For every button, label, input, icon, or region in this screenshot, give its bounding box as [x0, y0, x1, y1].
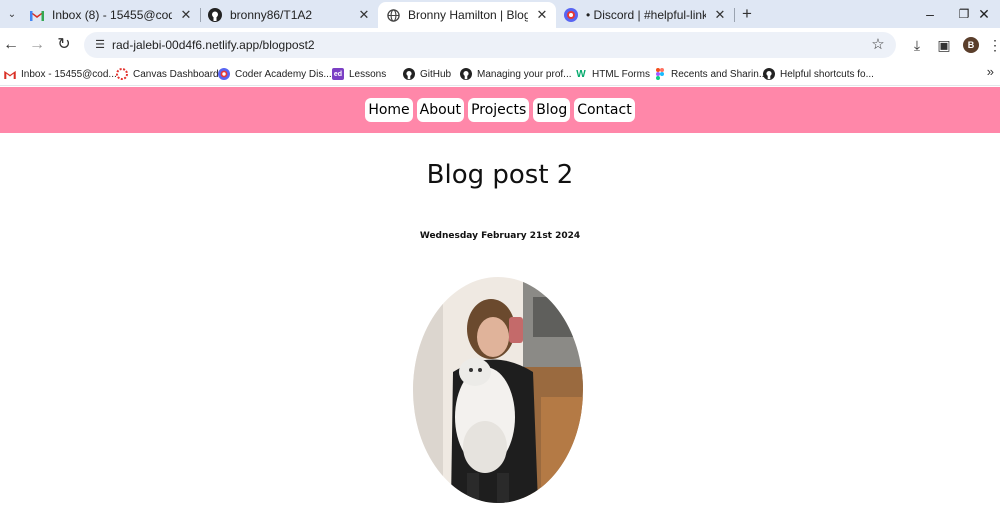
bookmark-label: Managing your prof...: [477, 68, 572, 80]
nav-home-link[interactable]: Home: [365, 98, 413, 122]
bookmark-label: Helpful shortcuts fo...: [780, 68, 874, 80]
bookmark-label: Canvas Dashboard: [133, 68, 219, 80]
gmail-icon: [30, 8, 44, 22]
tab-blog-post[interactable]: Bronny Hamilton | Blog Post ✕: [378, 2, 556, 28]
bookmarks-bar: Inbox - 15455@cod... Canvas Dashboard Co…: [0, 62, 1000, 86]
bookmark-label: Lessons: [349, 68, 387, 80]
tab-title: Inbox (8) - 15455@coderacader: [52, 8, 172, 22]
browser-toolbar: ← → ↻ ☰ rad-jalebi-00d4f6.netlify.app/bl…: [0, 28, 1000, 62]
bookmark-label: GitHub: [420, 68, 452, 80]
bookmark-ed-lessons[interactable]: ed Lessons: [332, 65, 386, 83]
tab-search-icon[interactable]: ⌄: [2, 4, 22, 24]
new-tab-button[interactable]: +: [737, 4, 757, 24]
nav-blog-link[interactable]: Blog: [533, 98, 571, 122]
download-icon[interactable]: ⤓: [906, 34, 928, 56]
bookmark-inbox[interactable]: Inbox - 15455@cod...: [4, 65, 117, 83]
profile-avatar[interactable]: B: [963, 37, 979, 53]
site-settings-icon[interactable]: ☰: [92, 37, 108, 53]
bookmark-coder-academy[interactable]: Coder Academy Dis...: [218, 65, 332, 83]
close-icon[interactable]: ✕: [534, 7, 550, 23]
forward-arrow-icon[interactable]: →: [26, 34, 48, 56]
side-panel-icon[interactable]: ▣: [933, 34, 955, 56]
bookmark-label: Inbox - 15455@cod...: [21, 68, 117, 80]
close-icon[interactable]: ✕: [178, 7, 194, 23]
close-icon[interactable]: ✕: [712, 7, 728, 23]
ed-icon: ed: [332, 68, 344, 80]
page-title: Blog post 2: [426, 160, 574, 190]
discord-icon: [564, 8, 578, 22]
w3schools-icon: W: [576, 68, 586, 80]
site-navigation: Home About Projects Blog Contact: [0, 87, 1000, 133]
tab-discord[interactable]: • Discord | #helpful-links | Code ✕: [556, 2, 734, 28]
bookmark-helpful-shortcuts[interactable]: Helpful shortcuts fo...: [763, 65, 874, 83]
window-close-icon[interactable]: ✕: [968, 0, 1000, 28]
address-bar[interactable]: ☰ rad-jalebi-00d4f6.netlify.app/blogpost…: [84, 32, 896, 58]
minimize-icon[interactable]: –: [912, 0, 948, 28]
github-icon: [763, 68, 775, 80]
bookmark-html-forms[interactable]: W HTML Forms: [575, 65, 650, 83]
gmail-icon: [4, 68, 16, 80]
figma-icon: [654, 68, 666, 80]
bookmark-managing-profile[interactable]: Managing your prof...: [460, 65, 572, 83]
url-text[interactable]: rad-jalebi-00d4f6.netlify.app/blogpost2: [112, 32, 315, 58]
globe-icon: [386, 8, 400, 22]
back-arrow-icon[interactable]: ←: [0, 34, 22, 56]
bookmark-star-icon[interactable]: ☆: [868, 35, 888, 55]
github-icon: [403, 68, 415, 80]
tab-github[interactable]: bronny86/T1A2 ✕: [200, 2, 378, 28]
nav-projects-link[interactable]: Projects: [468, 98, 530, 122]
nav-about-link[interactable]: About: [416, 98, 465, 122]
tab-inbox[interactable]: Inbox (8) - 15455@coderacader ✕: [22, 2, 200, 28]
nav-contact-link[interactable]: Contact: [574, 98, 635, 122]
tab-title: Bronny Hamilton | Blog Post: [408, 8, 528, 22]
github-icon: [460, 68, 472, 80]
bookmark-figma[interactable]: Recents and Sharin...: [654, 65, 767, 83]
tab-title: • Discord | #helpful-links | Code: [586, 8, 706, 22]
tab-divider: [734, 8, 735, 22]
bookmark-label: HTML Forms: [592, 68, 650, 80]
tab-strip: ⌄ Inbox (8) - 15455@coderacader ✕ bronny…: [0, 0, 1000, 28]
github-icon: [208, 8, 222, 22]
discord-icon: [218, 68, 230, 80]
menu-dots-icon[interactable]: ⋮: [988, 34, 1000, 56]
bookmark-canvas[interactable]: Canvas Dashboard: [116, 65, 219, 83]
canvas-icon: [116, 68, 128, 80]
chevron-right-icon[interactable]: »: [987, 64, 994, 79]
close-icon[interactable]: ✕: [356, 7, 372, 23]
bookmark-label: Coder Academy Dis...: [235, 68, 332, 80]
reload-icon[interactable]: ↻: [53, 34, 75, 56]
bookmark-github[interactable]: GitHub: [403, 65, 451, 83]
tab-title: bronny86/T1A2: [230, 8, 313, 22]
bookmark-label: Recents and Sharin...: [671, 68, 768, 80]
post-date: Wednesday February 21st 2024: [419, 231, 581, 241]
blog-photo: [413, 277, 583, 503]
